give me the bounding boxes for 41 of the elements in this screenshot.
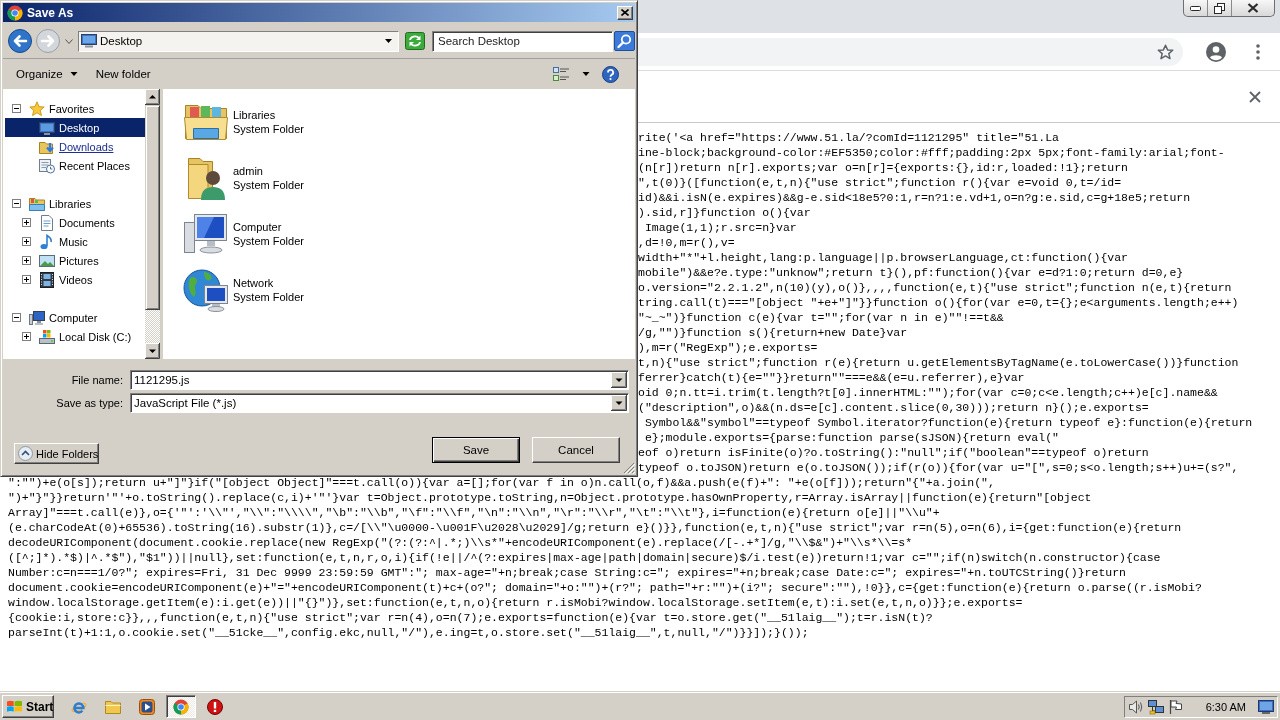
item-type: System Folder — [233, 122, 304, 136]
item-type: System Folder — [233, 234, 304, 248]
code-line: Array]"===t.call(e)},o={'"':'\\"',"\\":"\\\\","\b":"\\b","\f":"\\f","\n":"\\n","\r":"\\r","\t":"\\t"},i=function(e){return o[e]||"\\u"+ — [8, 505, 940, 520]
code-line: decodeURIComponent(document.cookie.replace(new RegExp("(?:(?:^|.*;)\\s*"+encodeURIComponent(e).replace(/[-.+*]/g,"\\$&")+"\\s*\\=s* — [8, 535, 913, 550]
code-line: eof o)return isFinite(o)?o.toString():"null";if("boolean"==typeof o)return — [638, 445, 1149, 460]
code-line: typeof o.toJSON)return e(o.toJSON());if(r(o)){for(var u="[",s=0;s<o.length;s++)u+=(s?", — [638, 460, 1239, 475]
code-line: (e.charCodeAt(0)+65536).toString(16).substr(1)},c=/[\\"\u0000-\u001F\u2028\u2029]/g;return e}()}},function(e,t,n){"use strict";var r=n(5),o=n(6),i={get:function(e){return — [8, 520, 1182, 535]
code-line: ")+"}"}}return'"'+o.toString().replace(c,i)+'"'}var t=Object.prototype.toString,n=Object.prototype.hasOwnProperty,r=Array.isArray||function(e){return"[object — [8, 490, 1092, 505]
code-line: ",t(0)}([function(e,t,n){"use strict";function r(){var e=void 0,t=/id= — [638, 175, 1122, 190]
code-line: oid 0;n.tt=i.trim(t.length?t[0].innerHTML:"");for(var c=0;c<e.length;c++)e[c].name&& — [638, 385, 1218, 400]
field-label: Save as type: — [55, 397, 124, 409]
code-line: document.cookie=encodeURIComponent(e)+"="+encodeURIComponent(t)+c+(o?"; domain="+o:"")+(r?"; path="+r:"")+(i?"; secure":""),!0}},c={get:function(e){return o.parse((r.isMobi? — [8, 580, 1202, 595]
item-type: System Folder — [233, 290, 304, 304]
code-line: width+"*"+l.height,lang:p.language||p.browserLanguage,ct:function(){var — [638, 250, 1128, 265]
code-line: tring.call(t)==="[object "+e+"]"}}function o(){for(var e=0,t={};e<arguments.length;e++) — [638, 295, 1239, 310]
code-line: (n[r])return n[r].exports;var o=n[r]={exports:{},id:r,loaded:!1};return — [638, 160, 1128, 175]
code-line: ),m=r("RegExp");e.exports= — [638, 340, 818, 355]
window-title: Save As — [27, 5, 75, 20]
code-line: /g,"")}function s(){return+new Date}var — [638, 325, 908, 340]
code-line: ine-block;background-color:#EF5350;color:#fff;padding:2px 5px;font-family:arial;font- — [638, 145, 1225, 160]
code-line: ("description",o)&&(n.ds=e[c].content.slice(0,30)));return n}();e.exports= — [638, 400, 1149, 415]
code-line: t,n){"use strict";function r(e){return u.getElementsByTagName(e.toLowerCase())}function — [638, 355, 1239, 370]
code-line: rite('<a href="https://www.51.la/?comId=1121295" title="51.La — [638, 130, 1059, 145]
code-line: parseInt(t)+1:1,o.cookie.set("__51cke__",config.ekc,null,"/"),e.ing=t,o.store.set("__51laig__",t,null,"/")}}]);}()); — [8, 625, 809, 640]
code-line: id)&&i.isN(e.expires)&&g-e.sid<18e5?0:1,r=n?1:e.vd+1,o=n?g:e.sid,c=g+18e5;return — [638, 190, 1191, 205]
code-line: ferrer}catch(t){e=""}}return""===e&&(e=u.referrer),e}var — [638, 370, 1025, 385]
code-line: ,d=!0,m=r(),v= — [638, 235, 735, 250]
code-line: e};module.exports={parse:function parse(sJSON){return eval(" — [643, 430, 1059, 445]
code-line: Symbol&&"symbol"==typeof Symbol.iterator?function(e){return typeof e}:function(e){return — [643, 415, 1253, 430]
code-line: {cookie:i,store:c}},,,function(e,t,n){"use strict";var r=n(4),o=n(7);e.exports=function(e){var t=o.store.get("__51laig__");t=r.isN(t)? — [8, 610, 933, 625]
code-line: ([^;]*).*$)|^.*$"),"$1"))||null},set:function(e,t,n,r,o,i){if(!e||/^(?:expires|max-age|path|domain|secure)$/i.test(e))return!1;var c="";if(n)switch(n.constructor){case — [8, 550, 1161, 565]
code-line: Image(1,1);r.src=n}var — [643, 220, 797, 235]
code-line: mobile")&&e?e.type:"unknow";return t}(),pf:function(){var e=d?1:0;return d=0,e} — [638, 265, 1184, 280]
code-line: ).sid,r]}function o(){var — [638, 205, 811, 220]
code-line: window.localStorage.getItem(e):i.get(e))||"{}")},set:function(e,t,n,o){return r.isMobi?window.localStorage.setItem(e,t):i.set(e,t,n,o)}};e.exports= — [8, 595, 1023, 610]
field-label: File name: — [70, 374, 124, 386]
code-line: "~_~")}function c(e){var t="";for(var n in e)""!==t&& — [638, 310, 1004, 325]
code-line: ":"")+e(o[s]);return u+"]"}if("[object Object]"===t.call(o)){var a=[];for(var f in o)n.call(o,f)&&a.push(e(f)+": "+e(o[f]));return"{"+a.join(", — [8, 475, 995, 490]
item-type: System Folder — [233, 178, 304, 192]
code-line: o.version="2.2.1.2",n(10)(y),o()},,,,function(e,t){"use strict";function n(e,t){return — [638, 280, 1232, 295]
code-line: Number:c=n===1/0?"; expires=Fri, 31 Dec 9999 23:59:59 GMT":"; max-age="+n;break;case String:c="; expires="+n;break;case Date:c="; expires="+n.toUTCString()}return — [8, 565, 1126, 580]
